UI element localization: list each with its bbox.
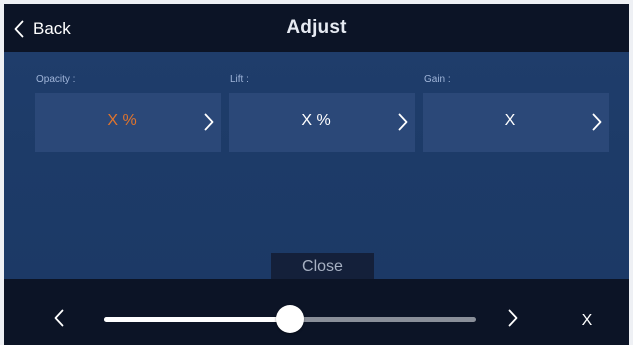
parameter-panel: Opacity : X % Lift : X % Gain : X	[4, 52, 629, 279]
param-gain: Gain : X	[423, 74, 609, 152]
chevron-right-icon	[204, 113, 214, 131]
chevron-left-icon	[54, 309, 64, 327]
chevron-right-icon	[508, 309, 518, 327]
adjust-screen: Back Adjust Opacity : X % Lift : X % Gai…	[4, 4, 629, 345]
param-opacity-label: Opacity :	[36, 74, 76, 85]
param-gain-label: Gain :	[424, 74, 451, 85]
param-lift-value: X %	[301, 112, 331, 129]
slider-fill	[104, 317, 290, 322]
page-title: Adjust	[286, 17, 347, 38]
slider-value-readout: X	[581, 312, 593, 329]
param-lift-label: Lift :	[230, 74, 249, 85]
slider-bar: X	[4, 279, 629, 345]
header-bar: Back Adjust	[4, 4, 629, 52]
param-lift: Lift : X %	[229, 74, 415, 152]
param-opacity-value: X %	[107, 112, 137, 129]
param-gain-value: X	[504, 112, 516, 129]
value-slider[interactable]	[104, 304, 476, 334]
chevron-right-icon	[398, 113, 408, 131]
param-lift-button[interactable]: X %	[229, 93, 415, 152]
param-gain-button[interactable]: X	[423, 93, 609, 152]
chevron-right-icon	[592, 113, 602, 131]
slider-thumb[interactable]	[276, 305, 304, 333]
param-opacity: Opacity : X %	[35, 74, 221, 152]
close-button[interactable]: Close	[271, 253, 374, 280]
slider-next-button[interactable]	[508, 309, 518, 327]
param-opacity-button[interactable]: X %	[35, 93, 221, 152]
slider-prev-button[interactable]	[54, 309, 64, 327]
